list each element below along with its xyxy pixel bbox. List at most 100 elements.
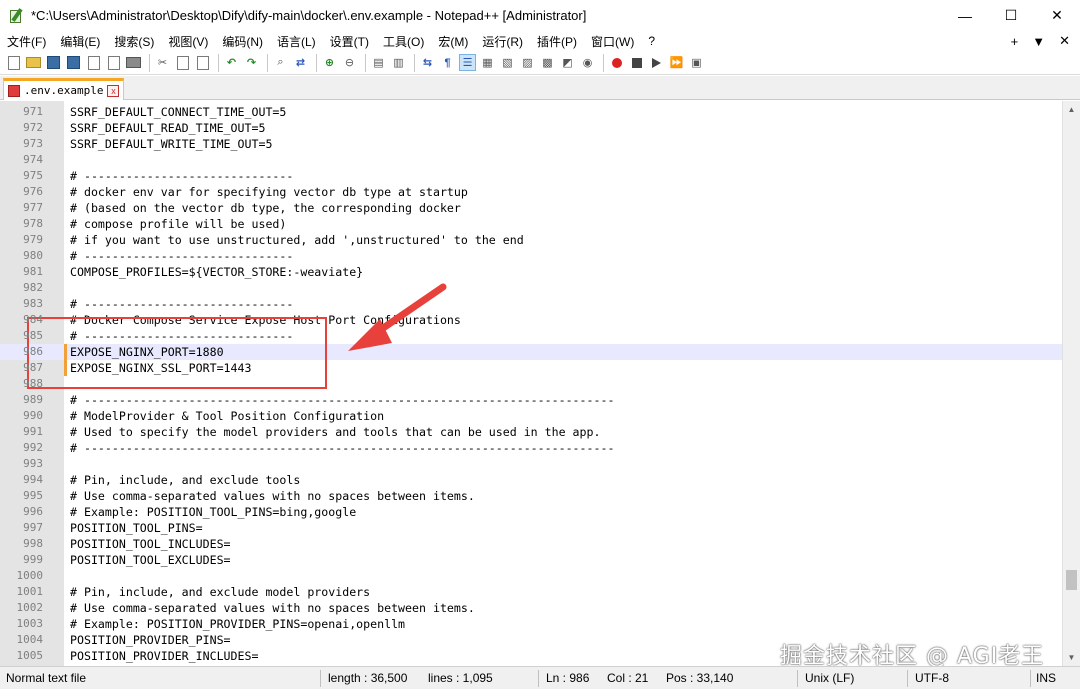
tab-close-icon[interactable]: x (107, 84, 120, 97)
menu-edit[interactable]: 编辑(E) (53, 33, 107, 50)
status-length: length : 36,500 (328, 671, 408, 685)
code-line[interactable]: 992 # -----------------------------------… (0, 440, 1062, 456)
code-line[interactable]: 976 # docker env var for specifying vecto… (0, 184, 1062, 200)
run-macro-multiple-icon[interactable]: ⏩ (668, 54, 685, 71)
code-line[interactable]: 978 # compose profile will be used) (0, 216, 1062, 232)
code-line[interactable]: 990 # ModelProvider & Tool Position Confi… (0, 408, 1062, 424)
menu-encoding[interactable]: 编码(N) (215, 33, 270, 50)
undo-icon[interactable]: ↶ (223, 54, 240, 71)
new-tab-button[interactable]: + (1011, 34, 1019, 49)
stop-macro-icon[interactable] (628, 54, 645, 71)
menu-settings[interactable]: 设置(T) (323, 33, 376, 50)
code-line[interactable]: 982 (0, 280, 1062, 296)
play-macro-icon[interactable] (648, 54, 665, 71)
new-file-icon[interactable] (5, 54, 22, 71)
menu-view[interactable]: 视图(V) (161, 33, 215, 50)
code-line[interactable]: 983 # ------------------------------ (0, 296, 1062, 312)
show-all-characters-icon[interactable]: ¶ (439, 54, 456, 71)
line-number: 999 (23, 553, 43, 566)
close-file-icon[interactable] (85, 54, 102, 71)
vertical-scrollbar[interactable]: ▲ ▼ (1062, 101, 1080, 666)
menu-run[interactable]: 运行(R) (475, 33, 530, 50)
menu-plugins[interactable]: 插件(P) (530, 33, 584, 50)
menu-bar: 文件(F) 编辑(E) 搜索(S) 视图(V) 编码(N) 语言(L) 设置(T… (0, 31, 1080, 51)
line-number: 991 (23, 425, 43, 438)
code-line[interactable]: 980 # ------------------------------ (0, 248, 1062, 264)
code-line[interactable]: 993 (0, 456, 1062, 472)
sync-horizontal-icon[interactable]: ▥ (390, 54, 407, 71)
indent-guide-icon[interactable]: ☰ (459, 54, 476, 71)
menu-window[interactable]: 窗口(W) (584, 33, 641, 50)
replace-icon[interactable]: ⇄ (292, 54, 309, 71)
menu-macro[interactable]: 宏(M) (431, 33, 475, 50)
code-line[interactable]: 1002 # Use comma-separated values with no… (0, 600, 1062, 616)
folder-workspace-icon[interactable]: ▩ (539, 54, 556, 71)
line-number: 1000 (16, 569, 44, 582)
open-file-icon[interactable] (25, 54, 42, 71)
code-line[interactable]: 998 POSITION_TOOL_INCLUDES= (0, 536, 1062, 552)
code-line[interactable]: 979 # if you want to use unstructured, ad… (0, 232, 1062, 248)
code-line[interactable]: 1003 # Example: POSITION_PROVIDER_PINS=op… (0, 616, 1062, 632)
print-icon[interactable] (125, 54, 142, 71)
code-line[interactable]: 994 # Pin, include, and exclude tools (0, 472, 1062, 488)
status-divider (1030, 670, 1031, 687)
code-line[interactable]: 1000 (0, 568, 1062, 584)
scroll-down-icon[interactable]: ▼ (1063, 649, 1080, 666)
code-line[interactable]: 995 # Use comma-separated values with no … (0, 488, 1062, 504)
code-line[interactable]: 1001 # Pin, include, and exclude model pr… (0, 584, 1062, 600)
close-window-button[interactable]: ✕ (1034, 0, 1080, 31)
code-line[interactable]: 991 # Used to specify the model providers… (0, 424, 1062, 440)
line-number: 989 (23, 393, 43, 406)
scrollbar-thumb[interactable] (1066, 570, 1077, 590)
word-wrap-icon[interactable]: ⇆ (419, 54, 436, 71)
close-all-icon[interactable] (105, 54, 122, 71)
minimize-button[interactable]: — (942, 0, 988, 31)
code-text: # --------------------------------------… (70, 441, 615, 455)
menu-right-controls: + ▼ ✕ (1011, 31, 1070, 51)
record-macro-icon[interactable] (608, 54, 625, 71)
tab-list-dropdown[interactable]: ▼ (1032, 34, 1045, 49)
sync-vertical-icon[interactable]: ▤ (370, 54, 387, 71)
find-icon[interactable]: ⌕ (272, 54, 289, 71)
zoom-in-icon[interactable]: ⊕ (321, 54, 338, 71)
code-line[interactable]: 972 SSRF_DEFAULT_READ_TIME_OUT=5 (0, 120, 1062, 136)
code-line[interactable]: 999 POSITION_TOOL_EXCLUDES= (0, 552, 1062, 568)
code-text: # Pin, include, and exclude tools (70, 473, 301, 487)
line-number: 977 (23, 201, 43, 214)
code-line[interactable]: 997 POSITION_TOOL_PINS= (0, 520, 1062, 536)
line-number: 985 (23, 329, 43, 342)
code-line[interactable]: 973 SSRF_DEFAULT_WRITE_TIME_OUT=5 (0, 136, 1062, 152)
maximize-button[interactable]: ☐ (988, 0, 1034, 31)
menu-search[interactable]: 搜索(S) (107, 33, 161, 50)
scroll-up-icon[interactable]: ▲ (1063, 101, 1080, 118)
document-map-icon[interactable]: ▧ (499, 54, 516, 71)
code-line[interactable]: 977 # (based on the vector db type, the c… (0, 200, 1062, 216)
menu-file[interactable]: 文件(F) (0, 33, 53, 50)
close-document-button[interactable]: ✕ (1059, 33, 1070, 49)
code-line[interactable]: 975 # ------------------------------ (0, 168, 1062, 184)
tab-env-example[interactable]: .env.example x (3, 78, 125, 100)
paste-icon[interactable] (194, 54, 211, 71)
save-macro-icon[interactable]: ▣ (688, 54, 705, 71)
code-line[interactable]: 981 COMPOSE_PROFILES=${VECTOR_STORE:-weav… (0, 264, 1062, 280)
cut-icon[interactable]: ✂ (154, 54, 171, 71)
save-all-icon[interactable] (65, 54, 82, 71)
code-line[interactable]: 989 # -----------------------------------… (0, 392, 1062, 408)
user-language-icon[interactable]: ▦ (479, 54, 496, 71)
code-line[interactable]: 971 SSRF_DEFAULT_CONNECT_TIME_OUT=5 (0, 104, 1062, 120)
function-list-icon[interactable]: ▨ (519, 54, 536, 71)
code-line[interactable]: 974 (0, 152, 1062, 168)
copy-icon[interactable] (174, 54, 191, 71)
menu-language[interactable]: 语言(L) (270, 33, 323, 50)
line-number: 1005 (16, 649, 44, 662)
code-text: SSRF_DEFAULT_WRITE_TIME_OUT=5 (70, 137, 273, 151)
zoom-out-icon[interactable]: ⊖ (341, 54, 358, 71)
monitoring-icon[interactable]: ◩ (559, 54, 576, 71)
menu-tools[interactable]: 工具(O) (376, 33, 431, 50)
save-icon[interactable] (45, 54, 62, 71)
redo-icon[interactable]: ↷ (243, 54, 260, 71)
code-text: # Example: POSITION_PROVIDER_PINS=openai… (70, 617, 406, 631)
preview-icon[interactable]: ◉ (579, 54, 596, 71)
menu-help[interactable]: ? (641, 34, 662, 48)
code-line[interactable]: 996 # Example: POSITION_TOOL_PINS=bing,go… (0, 504, 1062, 520)
